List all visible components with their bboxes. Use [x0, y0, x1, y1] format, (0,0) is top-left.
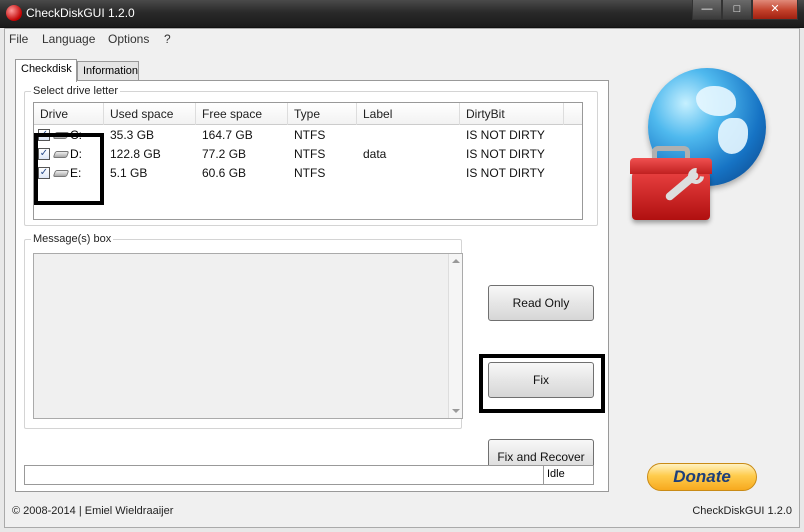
- fs-type: NTFS: [294, 147, 326, 161]
- globe-land: [718, 118, 748, 154]
- status-bar: Idle: [24, 465, 594, 485]
- column-type[interactable]: Type: [288, 103, 357, 125]
- table-row[interactable]: ✓ E: 5.1 GB 60.6 GB NTFS IS NOT DIRTY: [34, 164, 582, 183]
- status-text: Idle: [547, 468, 565, 480]
- column-dirtybit[interactable]: DirtyBit: [460, 103, 564, 125]
- tab-checkdisk[interactable]: Checkdisk: [15, 59, 77, 82]
- drive-group-title: Select drive letter: [31, 85, 120, 97]
- window-title: CheckDiskGUI 1.2.0: [26, 6, 135, 20]
- volume-label: [357, 126, 363, 145]
- menu-language[interactable]: Language: [42, 32, 95, 46]
- message-scrollbar[interactable]: [448, 254, 462, 418]
- status-divider: [543, 466, 544, 484]
- minimize-button[interactable]: —: [692, 0, 722, 20]
- message-group-title: Message(s) box: [31, 233, 114, 245]
- column-label[interactable]: Label: [357, 103, 460, 125]
- window-controls: — □ ✕: [692, 0, 798, 20]
- free-space: 60.6 GB: [202, 166, 247, 180]
- menu-options[interactable]: Options: [108, 32, 149, 46]
- used-space: 122.8 GB: [110, 147, 161, 161]
- fs-type: NTFS: [294, 128, 326, 142]
- copyright-text: © 2008-2014 | Emiel Wieldraaijer: [12, 505, 174, 517]
- app-icon: [6, 5, 22, 21]
- dirty-bit: IS NOT DIRTY: [466, 147, 545, 161]
- maximize-button[interactable]: □: [722, 0, 752, 20]
- message-textarea[interactable]: [33, 253, 463, 419]
- used-space: 5.1 GB: [110, 166, 148, 180]
- menu-bar: File Language Options ?: [5, 29, 799, 49]
- free-space: 77.2 GB: [202, 147, 247, 161]
- scroll-up-arrow-icon[interactable]: [452, 259, 460, 263]
- scroll-down-arrow-icon[interactable]: [452, 409, 460, 413]
- tab-information[interactable]: Information: [77, 61, 139, 81]
- dirty-bit: IS NOT DIRTY: [466, 128, 545, 142]
- message-group: Message(s) box: [24, 233, 463, 429]
- volume-label: [357, 164, 363, 183]
- volume-label: data: [363, 147, 387, 161]
- table-row[interactable]: ✓ D: 122.8 GB 77.2 GB NTFS data IS NOT D…: [34, 145, 582, 164]
- free-space: 164.7 GB: [202, 128, 253, 142]
- column-drive[interactable]: Drive: [34, 103, 104, 125]
- fs-type: NTFS: [294, 166, 326, 180]
- toolbox-icon: [630, 146, 712, 220]
- menu-help[interactable]: ?: [164, 32, 171, 46]
- checkdisk-panel: Select drive letter Drive Used space Fre…: [15, 80, 609, 492]
- globe-land: [696, 86, 736, 116]
- menu-file[interactable]: File: [9, 32, 28, 46]
- dirty-bit: IS NOT DIRTY: [466, 166, 545, 180]
- column-free-space[interactable]: Free space: [196, 103, 288, 125]
- title-bar[interactable]: CheckDiskGUI 1.2.0 — □ ✕: [0, 0, 804, 28]
- version-text: CheckDiskGUI 1.2.0: [692, 505, 792, 517]
- donate-button[interactable]: Donate: [647, 463, 757, 491]
- drive-group: Select drive letter Drive Used space Fre…: [24, 85, 598, 226]
- drive-highlight-box: [34, 133, 104, 205]
- table-row[interactable]: ✓ C: 35.3 GB 164.7 GB NTFS IS NOT DIRTY: [34, 126, 582, 145]
- drive-list-header: Drive Used space Free space Type Label D…: [34, 103, 582, 125]
- read-only-button[interactable]: Read Only: [488, 285, 594, 321]
- close-button[interactable]: ✕: [752, 0, 798, 20]
- column-used-space[interactable]: Used space: [104, 103, 196, 125]
- drive-list[interactable]: Drive Used space Free space Type Label D…: [33, 102, 583, 220]
- fix-button[interactable]: Fix: [488, 362, 594, 398]
- used-space: 35.3 GB: [110, 128, 155, 142]
